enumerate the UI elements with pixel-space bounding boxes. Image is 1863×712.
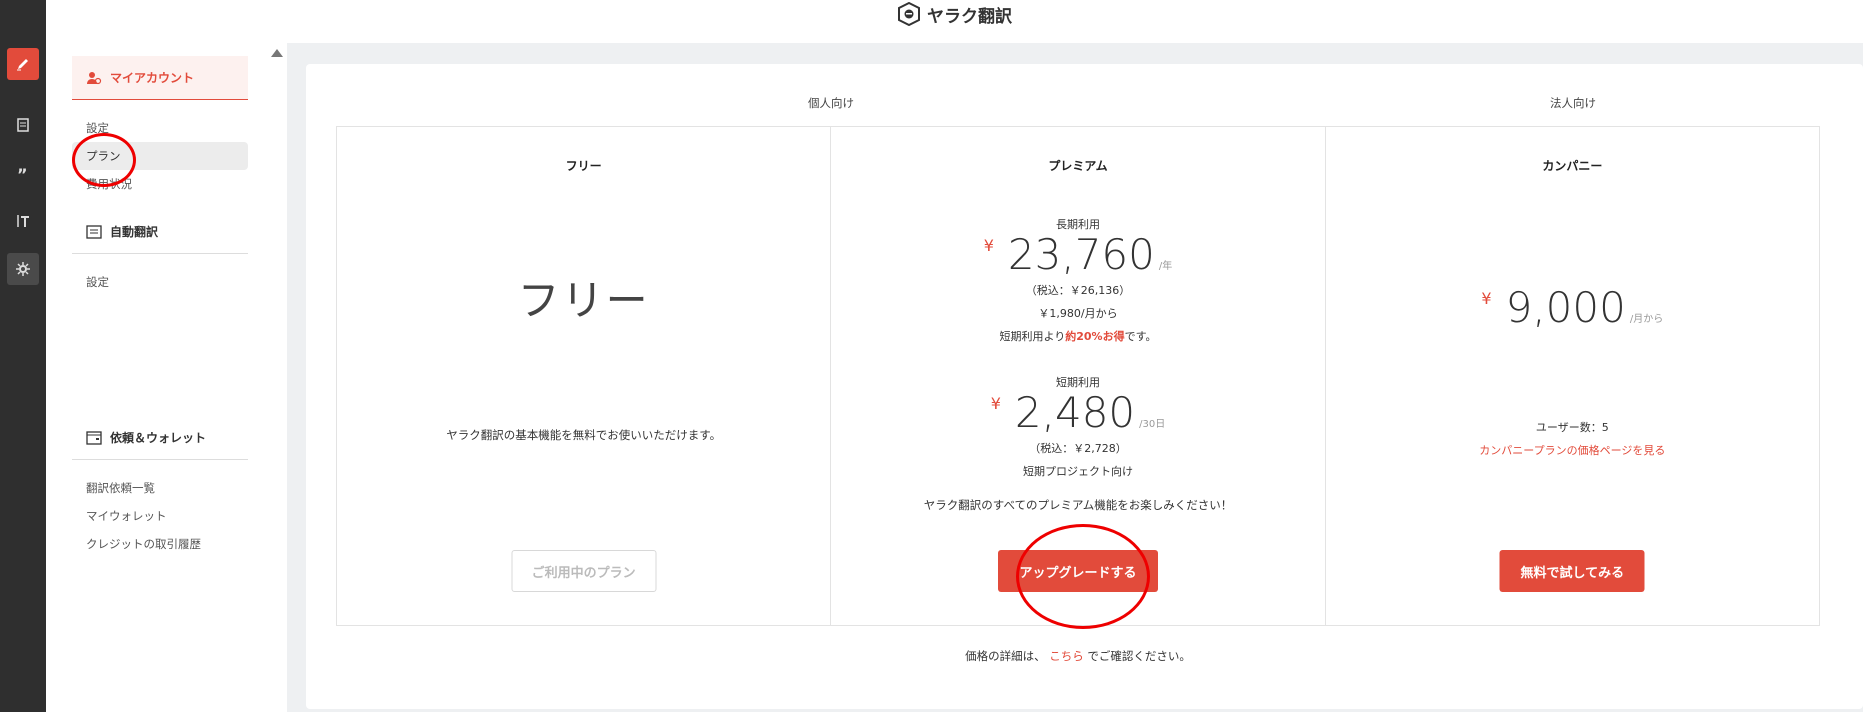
gear-icon[interactable] — [7, 253, 39, 285]
savings-text: です。 — [1124, 330, 1157, 343]
plan-title: プレミアム — [1048, 159, 1108, 173]
price-unit: /30日 — [1139, 419, 1166, 430]
edit-icon[interactable] — [7, 48, 39, 80]
app-rail: ” — [0, 0, 46, 712]
long-savings: 短期利用より約20%お得です。 — [831, 328, 1324, 344]
sidebar-item-billing[interactable]: 費用状況 — [72, 170, 248, 198]
user-count: ユーザー数：5 — [1535, 421, 1609, 434]
current-plan-button: ご利用中のプラン — [511, 550, 657, 592]
sidebar-item-credit-history[interactable]: クレジットの取引履歴 — [72, 530, 248, 558]
long-price: 23,760 — [1007, 230, 1155, 279]
plan-title: カンパニー — [1542, 159, 1603, 173]
sidebar-item-wallet[interactable]: マイウォレット — [72, 502, 248, 530]
pricing-footer: 価格の詳細は、 こちら でご確認ください。 — [336, 648, 1820, 664]
savings-text: 短期利用より — [999, 330, 1066, 343]
section-my-account[interactable]: マイアカウント — [72, 56, 248, 100]
svg-text:”: ” — [17, 165, 28, 181]
section-requests-wallet[interactable]: 依頼＆ウォレット — [72, 416, 248, 460]
sidebar-item-plan[interactable]: プラン — [72, 142, 248, 170]
short-price-row: ¥ 2,480 /30日 — [831, 392, 1324, 434]
short-note: 短期プロジェクト向け — [1022, 465, 1133, 478]
upgrade-button[interactable]: アップグレードする — [997, 550, 1158, 592]
plan-description: ヤラク翻訳のすべてのプレミアム機能をお楽しみください！ — [923, 498, 1233, 512]
sidebar-item-requests[interactable]: 翻訳依頼一覧 — [72, 474, 248, 502]
wallet-icon — [86, 430, 102, 445]
plans-table: フリー フリー ヤラク翻訳の基本機能を無料でお使いいただけます。 ご利用中のプラ… — [336, 126, 1820, 626]
long-tax: （税込：￥26,136） — [1025, 284, 1131, 297]
free-label: フリー — [517, 276, 650, 325]
footer-text: でご確認ください。 — [1087, 649, 1191, 663]
group-individual: 個人向け — [808, 96, 854, 110]
document-icon[interactable] — [7, 109, 39, 141]
top-header: ヤラク翻訳 — [46, 0, 1863, 28]
long-monthly: ￥1,980/月から — [1038, 307, 1118, 320]
company-price: 9,000 — [1505, 283, 1626, 332]
long-price-row: ¥ 23,760 /年 — [831, 234, 1324, 276]
short-price: 2,480 — [1014, 388, 1136, 437]
group-corporate: 法人向け — [1550, 96, 1596, 110]
pricing-details-link[interactable]: こちら — [1049, 649, 1084, 663]
logo-icon — [898, 2, 920, 26]
plan-title: フリー — [565, 159, 602, 173]
scroll-up-arrow[interactable] — [271, 49, 283, 57]
currency-symbol: ¥ — [1481, 289, 1492, 308]
company-pricing-link[interactable]: カンパニープランの価格ページを見る — [1326, 442, 1819, 458]
text-size-icon[interactable] — [7, 205, 39, 237]
company-price-row: ¥ 9,000 /月から — [1326, 287, 1819, 329]
short-tax: （税込：￥2,728） — [1029, 442, 1127, 455]
text-box-icon — [86, 224, 102, 239]
section-title: 依頼＆ウォレット — [110, 431, 207, 445]
footer-text: 価格の詳細は、 — [965, 649, 1046, 663]
settings-sidebar: マイアカウント 設定 プラン 費用状況 自動翻訳 設定 依頼＆ウォレット 翻訳依… — [72, 56, 248, 558]
section-title: マイアカウント — [110, 71, 195, 85]
app-logo[interactable]: ヤラク翻訳 — [897, 2, 1012, 27]
section-auto-translate[interactable]: 自動翻訳 — [72, 210, 248, 254]
price-unit: /年 — [1158, 261, 1173, 272]
free-trial-button[interactable]: 無料で試してみる — [1499, 550, 1645, 592]
logo-text: ヤラク翻訳 — [927, 6, 1012, 27]
currency-symbol: ¥ — [983, 236, 994, 255]
plan-premium: プレミアム 長期利用 ¥ 23,760 /年 （税込：￥26,136） ￥1,9… — [831, 127, 1326, 625]
sidebar-item-settings[interactable]: 設定 — [72, 114, 248, 142]
sidebar-item-auto-settings[interactable]: 設定 — [72, 268, 248, 296]
currency-symbol: ¥ — [990, 394, 1001, 413]
savings-highlight: 約20%お得 — [1065, 330, 1125, 343]
plan-free: フリー フリー ヤラク翻訳の基本機能を無料でお使いいただけます。 ご利用中のプラ… — [337, 127, 832, 625]
plan-company: カンパニー ¥ 9,000 /月から ユーザー数：5 カンパニープランの価格ペー… — [1326, 127, 1819, 625]
quote-icon[interactable]: ” — [7, 157, 39, 189]
user-icon — [87, 71, 102, 84]
price-unit: /月から — [1629, 314, 1664, 325]
section-title: 自動翻訳 — [110, 225, 159, 239]
plan-description: ヤラク翻訳の基本機能を無料でお使いいただけます。 — [446, 428, 722, 442]
